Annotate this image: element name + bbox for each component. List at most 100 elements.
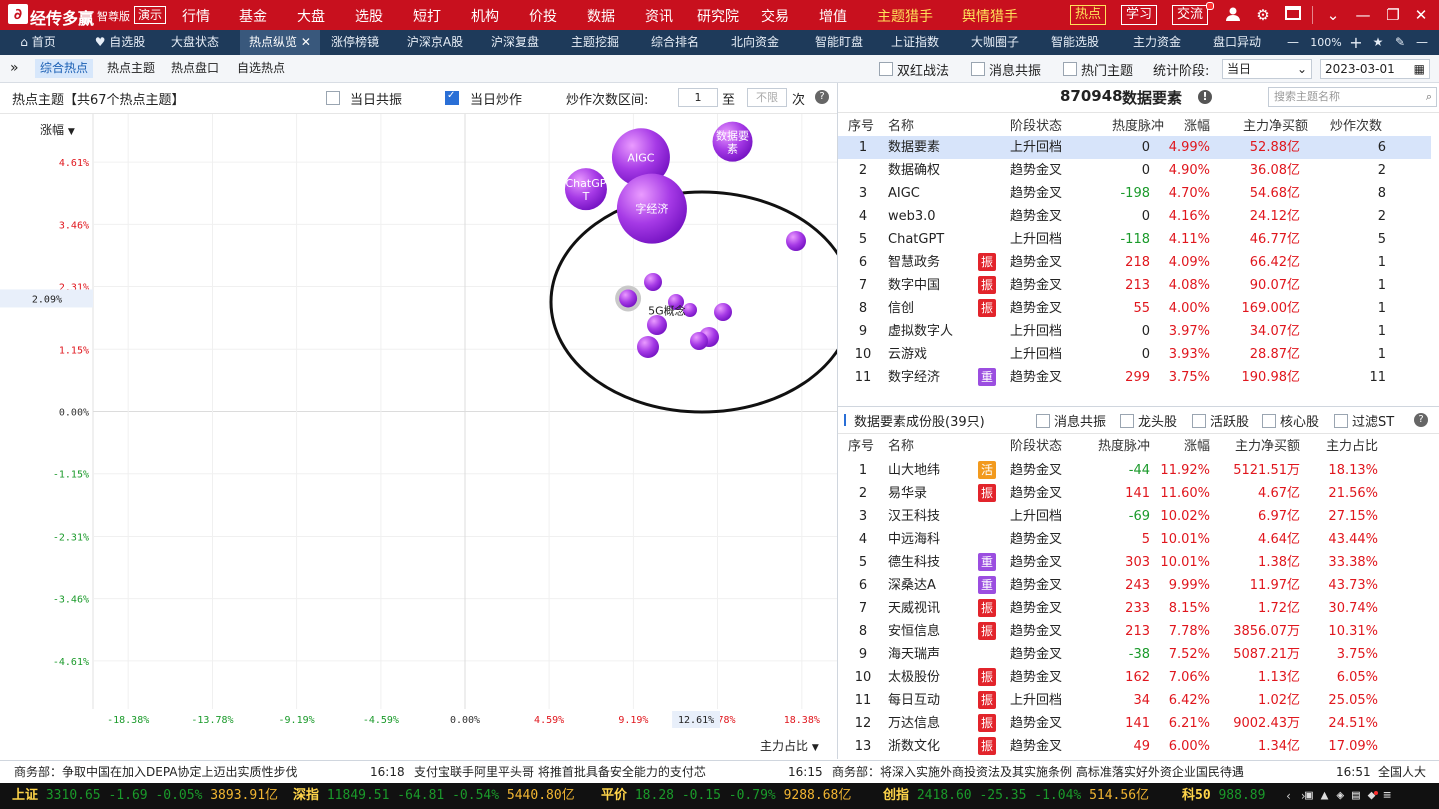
news-item[interactable]: 支付宝联手阿里平头哥 将推首批具备安全能力的支付芯: [414, 761, 706, 784]
nav-jiatou[interactable]: 价投: [529, 6, 557, 26]
nav-dapan[interactable]: 大盘: [297, 6, 325, 26]
tab-smart-watch[interactable]: 智能盯盘: [808, 30, 870, 55]
table-row[interactable]: 7 天威视讯 振趋势金叉 233 8.15% 1.72亿 30.74%: [838, 597, 1431, 620]
tab-smart-select[interactable]: 智能选股: [1044, 30, 1106, 55]
minus-icon[interactable]: —: [1412, 30, 1432, 55]
nav-jiaoyi[interactable]: 交易: [761, 6, 789, 26]
nav-duanda[interactable]: 短打: [413, 6, 441, 26]
table-row[interactable]: 7 数字中国 振趋势金叉 213 4.08% 90.07亿 1: [838, 274, 1431, 297]
stat-period-select[interactable]: 当日 ⌄: [1222, 59, 1312, 79]
tab-review[interactable]: 沪深复盘: [484, 30, 546, 55]
tab-home[interactable]: ⌂ 首页: [8, 30, 68, 55]
double-red-checkbox[interactable]: [879, 62, 893, 76]
hot-button[interactable]: 热点: [1070, 5, 1107, 25]
window-layout-icon[interactable]: [1284, 6, 1302, 24]
table-row[interactable]: 8 信创 振趋势金叉 55 4.00% 169.00亿 1: [838, 297, 1431, 320]
table-row[interactable]: 9 虚拟数字人 上升回档 0 3.97% 34.07亿 1: [838, 320, 1431, 343]
date-picker[interactable]: 2023-03-01 ▦: [1320, 59, 1430, 79]
expand-icon[interactable]: »: [10, 60, 19, 76]
chart-icon[interactable]: ▤: [1352, 788, 1360, 803]
table-row[interactable]: 10 云游戏 上升回档 0 3.93% 28.87亿 1: [838, 343, 1431, 366]
index-sz[interactable]: 深指 11849.51 -64.81 -0.54% 5440.80亿: [293, 783, 575, 809]
table-row[interactable]: 3 汉王科技 上升回档 -69 10.02% 6.97亿 27.15%: [838, 505, 1431, 528]
table-row[interactable]: 10 太极股份 振趋势金叉 162 7.06% 1.13亿 6.05%: [838, 666, 1431, 689]
table-row[interactable]: 1 数据要素 上升回档 0 4.99% 52.88亿 6: [838, 136, 1431, 159]
table-row[interactable]: 12 万达信息 振趋势金叉 141 6.21% 9002.43万 24.51%: [838, 712, 1431, 735]
topic-bubble[interactable]: [714, 303, 732, 321]
nav-zengzhi[interactable]: 增值: [819, 6, 847, 26]
tab-market-status[interactable]: 大盘状态: [162, 30, 228, 55]
table-row[interactable]: 11 数字经济 重趋势金叉 299 3.75% 190.98亿 11: [838, 366, 1431, 389]
nav-sentiment-hunter[interactable]: 舆情猎手: [962, 6, 1018, 26]
news-resonance-checkbox[interactable]: [971, 62, 985, 76]
table-row[interactable]: 6 智慧政务 振趋势金叉 218 4.09% 66.42亿 1: [838, 251, 1431, 274]
table-row[interactable]: 4 web3.0 趋势金叉 0 4.16% 24.12亿 2: [838, 205, 1431, 228]
user-icon[interactable]: [1224, 6, 1242, 24]
table-row[interactable]: 11 每日互动 振上升回档 34 6.42% 1.02亿 25.05%: [838, 689, 1431, 712]
zoom-out-icon[interactable]: —: [1282, 30, 1304, 55]
filter-news-checkbox[interactable]: [1036, 414, 1050, 428]
tab-watchlist[interactable]: ♥ 自选股: [86, 30, 154, 55]
same-day-resonance-checkbox[interactable]: [326, 91, 340, 105]
filter-active-checkbox[interactable]: [1192, 414, 1206, 428]
index-avg[interactable]: 平价 18.28 -0.15 -0.79% 9288.68亿: [601, 783, 851, 809]
tab-limit-up[interactable]: 涨停榜镜: [324, 30, 386, 55]
menu-icon[interactable]: ≡: [1383, 788, 1391, 803]
table-row[interactable]: 4 中远海科 趋势金叉 5 10.01% 4.64亿 43.44%: [838, 528, 1431, 551]
filter-core-checkbox[interactable]: [1262, 414, 1276, 428]
filter-leader-checkbox[interactable]: [1120, 414, 1134, 428]
minimize-icon[interactable]: —: [1354, 6, 1372, 24]
topic-bubble[interactable]: [644, 273, 662, 291]
help-icon[interactable]: ?: [1414, 413, 1428, 427]
index-sh[interactable]: 上证 3310.65 -1.69 -0.05% 3893.91亿: [12, 783, 278, 809]
table-row[interactable]: 1 山大地纬 活趋势金叉 -44 11.92% 5121.51万 18.13%: [838, 459, 1431, 482]
index-kc50[interactable]: 科50 988.89: [1182, 783, 1265, 809]
filter-st-checkbox[interactable]: [1334, 414, 1348, 428]
range-from-input[interactable]: 1: [678, 88, 718, 107]
topic-bubble[interactable]: [647, 315, 667, 335]
topic-bubble[interactable]: [786, 231, 806, 251]
same-day-speculation-checkbox[interactable]: [445, 90, 459, 105]
subtab-comprehensive[interactable]: 综合热点: [35, 59, 94, 78]
tab-hot-overview[interactable]: 热点纵览 ✕: [240, 30, 320, 55]
chat-button[interactable]: 交流: [1172, 5, 1209, 25]
tab-northbound[interactable]: 北向资金: [724, 30, 786, 55]
range-to-input[interactable]: 不限: [747, 88, 787, 107]
table-row[interactable]: 9 海天瑞声 趋势金叉 -38 7.52% 5087.21万 3.75%: [838, 643, 1431, 666]
news-item[interactable]: 商务部：将深入实施外商投资法及其实施条例 高标准落实好外资企业国民待遇: [832, 761, 1244, 784]
topic-search-input[interactable]: 搜索主题名称 ⌕: [1268, 87, 1437, 107]
table-row[interactable]: 2 易华录 振趋势金叉 141 11.60% 4.67亿 21.56%: [838, 482, 1431, 505]
news-item[interactable]: 全国人大: [1378, 761, 1426, 784]
tab-ranking[interactable]: 综合排名: [644, 30, 706, 55]
table-row[interactable]: 5 德生科技 重趋势金叉 303 10.01% 1.38亿 33.38%: [838, 551, 1431, 574]
info-icon[interactable]: !: [1198, 90, 1212, 104]
tab-kol[interactable]: 大咖圈子: [964, 30, 1026, 55]
nav-yanjiuyuan[interactable]: 研究院: [697, 6, 739, 26]
close-tab-icon[interactable]: ✕: [301, 35, 311, 49]
nav-theme-hunter[interactable]: 主题猎手: [877, 6, 933, 26]
tab-a-shares[interactable]: 沪深京A股: [402, 30, 468, 55]
help-icon[interactable]: ?: [815, 90, 829, 104]
table-row[interactable]: 6 深桑达A 重趋势金叉 243 9.99% 11.97亿 43.73%: [838, 574, 1431, 597]
topic-bubble[interactable]: [690, 332, 708, 350]
star-icon[interactable]: ★: [1368, 30, 1388, 55]
lock-icon[interactable]: ▲: [1321, 788, 1329, 803]
learn-button[interactable]: 学习: [1121, 5, 1158, 25]
close-icon[interactable]: ✕: [1412, 6, 1430, 24]
calc-icon[interactable]: ▣: [1305, 788, 1313, 803]
table-row[interactable]: 2 数据确权 趋势金叉 0 4.90% 36.08亿 2: [838, 159, 1431, 182]
subtab-my-hot[interactable]: 自选热点: [232, 59, 290, 78]
table-row[interactable]: 3 AIGC 趋势金叉 -198 4.70% 54.68亿 8: [838, 182, 1431, 205]
nav-arrows-icon[interactable]: ‹ ›: [1285, 783, 1307, 809]
nav-shuju[interactable]: 数据: [587, 6, 615, 26]
tab-abnormal[interactable]: 盘口异动: [1206, 30, 1268, 55]
subtab-hot-theme[interactable]: 热点主题: [102, 59, 160, 78]
nav-jigou[interactable]: 机构: [471, 6, 499, 26]
zoom-in-icon[interactable]: +: [1346, 30, 1366, 55]
tab-theme-mining[interactable]: 主题挖掘: [564, 30, 626, 55]
nav-jijin[interactable]: 基金: [239, 6, 267, 26]
index-cy[interactable]: 创指 2418.60 -25.35 -1.04% 514.56亿: [883, 783, 1149, 809]
nav-zixun[interactable]: 资讯: [645, 6, 673, 26]
alert-icon[interactable]: ◆: [1368, 788, 1379, 803]
nav-xuangu[interactable]: 选股: [355, 6, 383, 26]
